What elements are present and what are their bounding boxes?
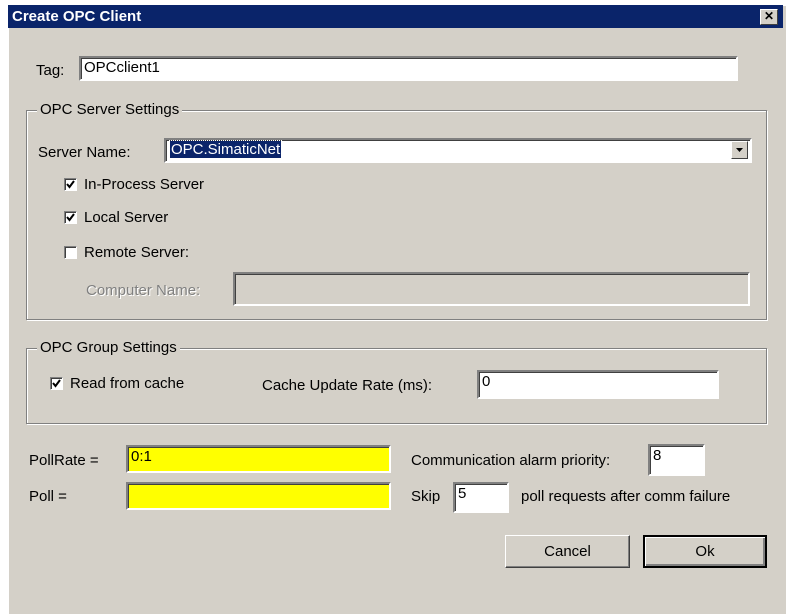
read-from-cache-checkbox[interactable]	[50, 377, 63, 390]
poll-input[interactable]	[126, 482, 391, 510]
local-server-checkbox[interactable]	[64, 211, 77, 224]
close-button[interactable]: ✕	[760, 9, 778, 25]
in-process-server-label: In-Process Server	[84, 176, 205, 193]
cancel-button[interactable]: Cancel	[505, 535, 630, 568]
server-name-dropdown-button[interactable]	[731, 141, 748, 159]
ok-button[interactable]: Ok	[643, 535, 767, 568]
alarm-priority-label: Communication alarm priority:	[411, 452, 611, 469]
chevron-down-icon	[736, 148, 743, 152]
server-name-combobox[interactable]: OPC.SimaticNet	[164, 138, 752, 163]
tag-label: Tag:	[36, 62, 65, 79]
local-server-label: Local Server	[84, 209, 169, 226]
checkmark-icon	[66, 180, 75, 189]
remote-server-checkbox[interactable]	[64, 246, 77, 259]
pollrate-label: PollRate =	[29, 452, 99, 469]
poll-label: Poll =	[29, 488, 67, 505]
cache-update-rate-label: Cache Update Rate (ms):	[262, 377, 433, 394]
pollrate-input[interactable]: 0:1	[126, 445, 391, 473]
close-icon: ✕	[763, 9, 775, 23]
server-settings-title: OPC Server Settings	[37, 101, 183, 119]
read-from-cache-label: Read from cache	[70, 375, 185, 392]
dialog-title: Create OPC Client	[12, 8, 142, 25]
checkmark-icon	[52, 379, 61, 388]
in-process-server-checkbox[interactable]	[64, 178, 77, 191]
skip-suffix-label: poll requests after comm failure	[521, 488, 731, 505]
remote-server-label: Remote Server:	[84, 244, 190, 261]
cache-update-rate-input[interactable]: 0	[477, 370, 719, 399]
tag-input[interactable]: OPCclient1	[79, 56, 738, 81]
skip-label: Skip	[411, 488, 441, 505]
skip-input[interactable]: 5	[453, 482, 509, 513]
server-name-label: Server Name:	[38, 144, 131, 161]
dialog-titlebar: Create OPC Client	[8, 5, 783, 28]
alarm-priority-input[interactable]: 8	[648, 444, 705, 476]
computer-name-input[interactable]	[233, 272, 750, 306]
server-name-value: OPC.SimaticNet	[168, 140, 283, 159]
computer-name-label: Computer Name:	[86, 282, 201, 299]
group-settings-title: OPC Group Settings	[37, 339, 180, 357]
checkmark-icon	[66, 213, 75, 222]
